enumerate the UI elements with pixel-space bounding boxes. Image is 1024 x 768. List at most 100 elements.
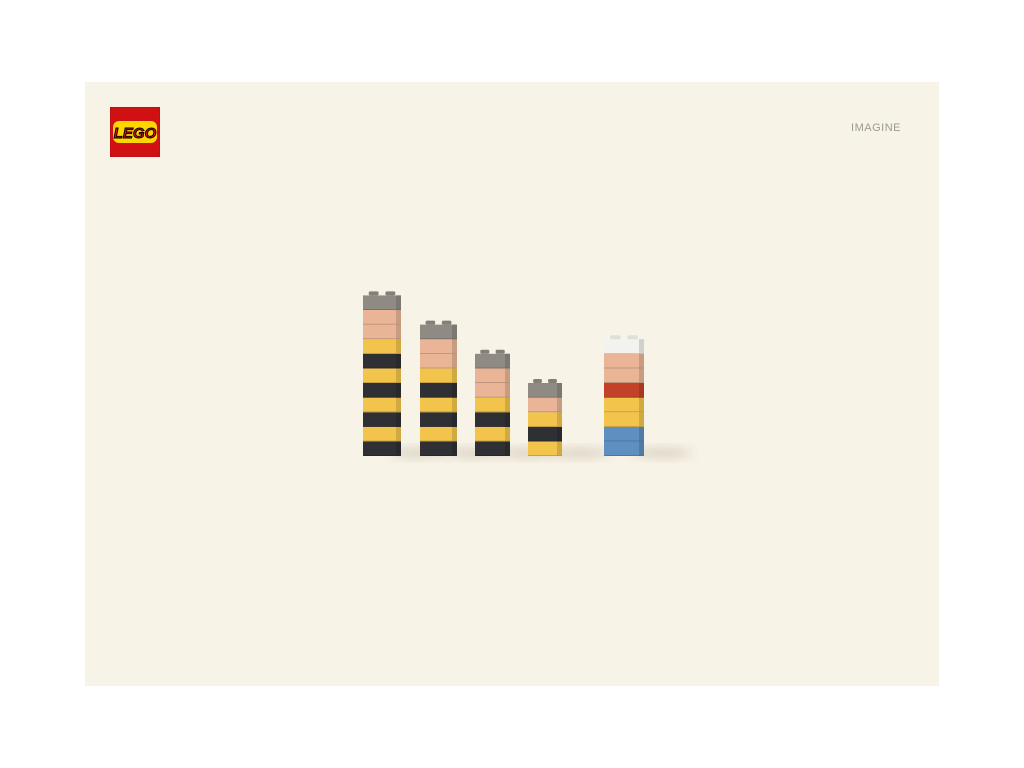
brick-seam [528, 455, 562, 456]
brick-skin [420, 339, 457, 354]
brick-skin [475, 383, 510, 398]
brick-seam [363, 323, 401, 325]
brick-skin [363, 324, 401, 340]
brick-seam [475, 396, 510, 398]
brick-yellow [528, 412, 562, 427]
brick-side [505, 412, 510, 427]
brick-stack-tall-striped [363, 291, 401, 456]
brick-stud [368, 291, 379, 296]
brick-seam [604, 411, 644, 413]
brick-seam [528, 411, 562, 413]
brick-black [420, 412, 457, 427]
brick-gray [528, 383, 562, 398]
brick-black [420, 441, 457, 456]
brick-stud [548, 379, 557, 383]
brick-gray [363, 295, 401, 310]
brick-gray [475, 353, 510, 369]
brick-side [396, 441, 401, 456]
brick-black [420, 383, 457, 398]
brick-skin [363, 310, 401, 325]
brick-side [396, 295, 401, 310]
brick-side [505, 353, 510, 369]
brick-side [396, 383, 401, 398]
brick-seam [420, 353, 457, 354]
brick-side [505, 397, 510, 413]
brick-side [396, 397, 401, 413]
brick-seam [420, 396, 457, 398]
brick-seam [420, 440, 457, 442]
brick-skin [604, 353, 644, 369]
brick-side [452, 441, 457, 456]
brick-yellow [420, 397, 457, 413]
brick-seam [475, 440, 510, 442]
brick-seam [604, 426, 644, 427]
brick-seam [604, 353, 644, 354]
brick-black [528, 426, 562, 442]
brick-side [639, 368, 644, 383]
brick-side [639, 441, 644, 456]
brick-yellow [420, 426, 457, 442]
brick-side [557, 441, 562, 456]
brick-side [452, 412, 457, 427]
brick-seam [528, 440, 562, 442]
brick-stack-short-striped [528, 379, 562, 456]
brick-seam [604, 382, 644, 383]
brick-seam [475, 455, 510, 456]
brick-yellow [363, 397, 401, 413]
brick-stud [627, 335, 638, 340]
brick-figures [363, 291, 692, 458]
brick-black [363, 441, 401, 456]
brick-skin [420, 353, 457, 369]
brick-side [557, 412, 562, 427]
brick-seam [604, 440, 644, 442]
brick-seam [363, 338, 401, 340]
brick-seam [363, 396, 401, 398]
brick-seam [604, 455, 644, 456]
brick-side [557, 426, 562, 442]
brick-seam [528, 396, 562, 398]
brick-seam [363, 455, 401, 456]
brick-side [396, 412, 401, 427]
brick-side [452, 383, 457, 398]
brick-side [396, 353, 401, 369]
brick-stud [425, 320, 436, 325]
brick-side [452, 324, 457, 340]
brick-stud [385, 291, 396, 296]
brick-black [363, 353, 401, 369]
brick-stud [441, 320, 452, 325]
brick-side [452, 397, 457, 413]
brick-side [639, 412, 644, 427]
brick-side [639, 426, 644, 442]
brick-yellow [604, 412, 644, 427]
brick-yellow [475, 426, 510, 442]
brick-side [639, 339, 644, 354]
brick-side [557, 397, 562, 413]
brick-side [639, 383, 644, 398]
brick-stack-second-striped [420, 320, 457, 456]
brick-stack-blue-red-figure [604, 335, 644, 456]
brick-seam [420, 338, 457, 340]
brick-side [396, 368, 401, 383]
brick-seam [363, 353, 401, 354]
brick-side [396, 426, 401, 442]
brick-seam [363, 309, 401, 310]
brick-seam [475, 382, 510, 383]
brick-yellow [475, 397, 510, 413]
brick-seam [420, 367, 457, 369]
brick-side [505, 383, 510, 398]
brick-side [452, 353, 457, 369]
brick-side [557, 383, 562, 398]
brick-skin [475, 368, 510, 383]
brick-side [396, 339, 401, 354]
brick-seam [363, 367, 401, 369]
brick-stud [533, 379, 542, 383]
brick-seam [420, 455, 457, 456]
brick-seam [363, 411, 401, 413]
brick-black [363, 383, 401, 398]
brick-stud [480, 349, 490, 354]
brick-seam [363, 382, 401, 383]
brick-white [604, 339, 644, 354]
brick-stack-third-striped [475, 349, 510, 456]
brick-side [396, 324, 401, 340]
brick-side [505, 441, 510, 456]
